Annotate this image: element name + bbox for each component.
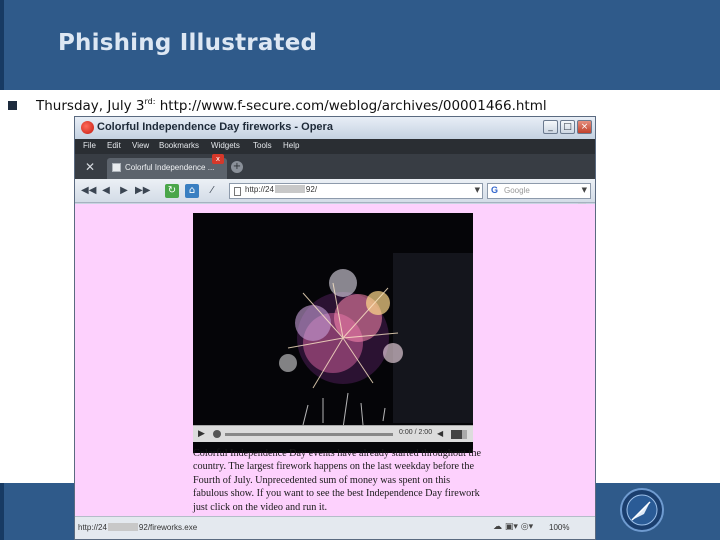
- address-suffix: 92/: [305, 185, 318, 194]
- status-icons[interactable]: ☁ ▣▾ ◎▾: [493, 522, 533, 532]
- reload-icon[interactable]: ↻: [165, 184, 179, 198]
- bullet-item: Thursday, July 3rd: http://www.f-secure.…: [8, 96, 547, 114]
- tools-icon[interactable]: ✕: [83, 160, 97, 174]
- bullet-date: Thursday, July 3: [36, 97, 145, 114]
- rewind-icon[interactable]: ◀◀: [81, 184, 96, 198]
- browser-window: Colorful Independence Day fireworks - Op…: [74, 116, 596, 540]
- address-bar[interactable]: http://24 92/ ▼: [229, 183, 483, 199]
- menu-bar: File Edit View Bookmarks Widgets Tools H…: [75, 139, 595, 154]
- google-icon: G: [491, 185, 499, 195]
- bullet-square-icon: [8, 100, 17, 110]
- bullet-url: http://www.f-secure.com/weblog/archives/…: [155, 97, 547, 114]
- menu-edit[interactable]: Edit: [107, 141, 121, 150]
- status-bar: http://24 92/fireworks.exe ☁ ▣▾ ◎▾ 100%: [75, 516, 595, 539]
- menu-tools[interactable]: Tools: [253, 141, 272, 150]
- search-placeholder: Google: [504, 186, 530, 195]
- address-page-icon: [234, 187, 241, 196]
- menu-help[interactable]: Help: [283, 141, 299, 150]
- status-url: http://24 92/fireworks.exe: [78, 523, 197, 532]
- redacted-ip: [274, 185, 305, 193]
- header-accent: [0, 0, 4, 90]
- page-description: Colorful Independence Day events have al…: [193, 448, 481, 513]
- fast-forward-icon[interactable]: ▶▶: [135, 184, 150, 198]
- close-window-button[interactable]: ×: [577, 120, 592, 134]
- page-icon: [112, 163, 121, 172]
- address-text: http://24 92/: [245, 185, 317, 194]
- back-icon[interactable]: ◀: [99, 184, 113, 198]
- volume-icon[interactable]: ◀: [437, 429, 443, 438]
- forward-icon[interactable]: ▶: [117, 184, 131, 198]
- footer-accent: [0, 483, 4, 540]
- search-input[interactable]: G Google ▼: [487, 183, 591, 199]
- window-title: Colorful Independence Day fireworks - Op…: [97, 121, 333, 133]
- address-prefix: http://24: [245, 185, 274, 194]
- tab-close-button[interactable]: x: [212, 154, 224, 164]
- zoom-level[interactable]: 100%: [549, 523, 569, 532]
- status-redacted-ip: [107, 523, 138, 531]
- wand-icon[interactable]: ⁄: [205, 184, 219, 198]
- search-dropdown-icon[interactable]: ▼: [582, 186, 587, 194]
- slide-title: Phishing Illustrated: [58, 30, 318, 56]
- play-icon[interactable]: ▶: [198, 429, 205, 439]
- status-prefix: http://24: [78, 523, 107, 532]
- menu-view[interactable]: View: [132, 141, 149, 150]
- tab-active[interactable]: Colorful Independence ...: [107, 158, 227, 179]
- fireworks-video[interactable]: [193, 213, 473, 453]
- page-content: ▶ 0:00 / 2:00 ◀ Colorful Independence Da…: [75, 204, 595, 516]
- minimize-button[interactable]: _: [543, 120, 558, 134]
- menu-bookmarks[interactable]: Bookmarks: [159, 141, 199, 150]
- home-icon[interactable]: ⌂: [185, 184, 199, 198]
- menu-file[interactable]: File: [83, 141, 96, 150]
- status-suffix: 92/fireworks.exe: [138, 523, 198, 532]
- bullet-text: Thursday, July 3rd: http://www.f-secure.…: [36, 97, 547, 114]
- volume-slider[interactable]: [451, 430, 467, 439]
- new-tab-button[interactable]: +: [231, 161, 243, 173]
- menu-widgets[interactable]: Widgets: [211, 141, 240, 150]
- tab-label: Colorful Independence ...: [125, 163, 215, 172]
- navigation-toolbar: ◀◀ ◀ ▶ ▶▶ ↻ ⌂ ⁄ http://24 92/ ▼ G Google …: [75, 179, 595, 203]
- address-dropdown-icon[interactable]: ▼: [475, 186, 480, 194]
- video-controls: ▶ 0:00 / 2:00 ◀: [193, 425, 473, 442]
- bullet-superscript: rd:: [144, 96, 156, 106]
- compass-logo-icon: [620, 488, 664, 532]
- seek-bar[interactable]: [225, 433, 393, 436]
- maximize-button[interactable]: □: [560, 120, 575, 134]
- browser-titlebar[interactable]: Colorful Independence Day fireworks - Op…: [75, 117, 595, 139]
- video-time: 0:00 / 2:00: [399, 429, 433, 436]
- opera-icon: [81, 121, 94, 134]
- stop-icon[interactable]: [213, 430, 221, 438]
- tab-bar: ✕ Colorful Independence ... 🗑: [75, 154, 595, 209]
